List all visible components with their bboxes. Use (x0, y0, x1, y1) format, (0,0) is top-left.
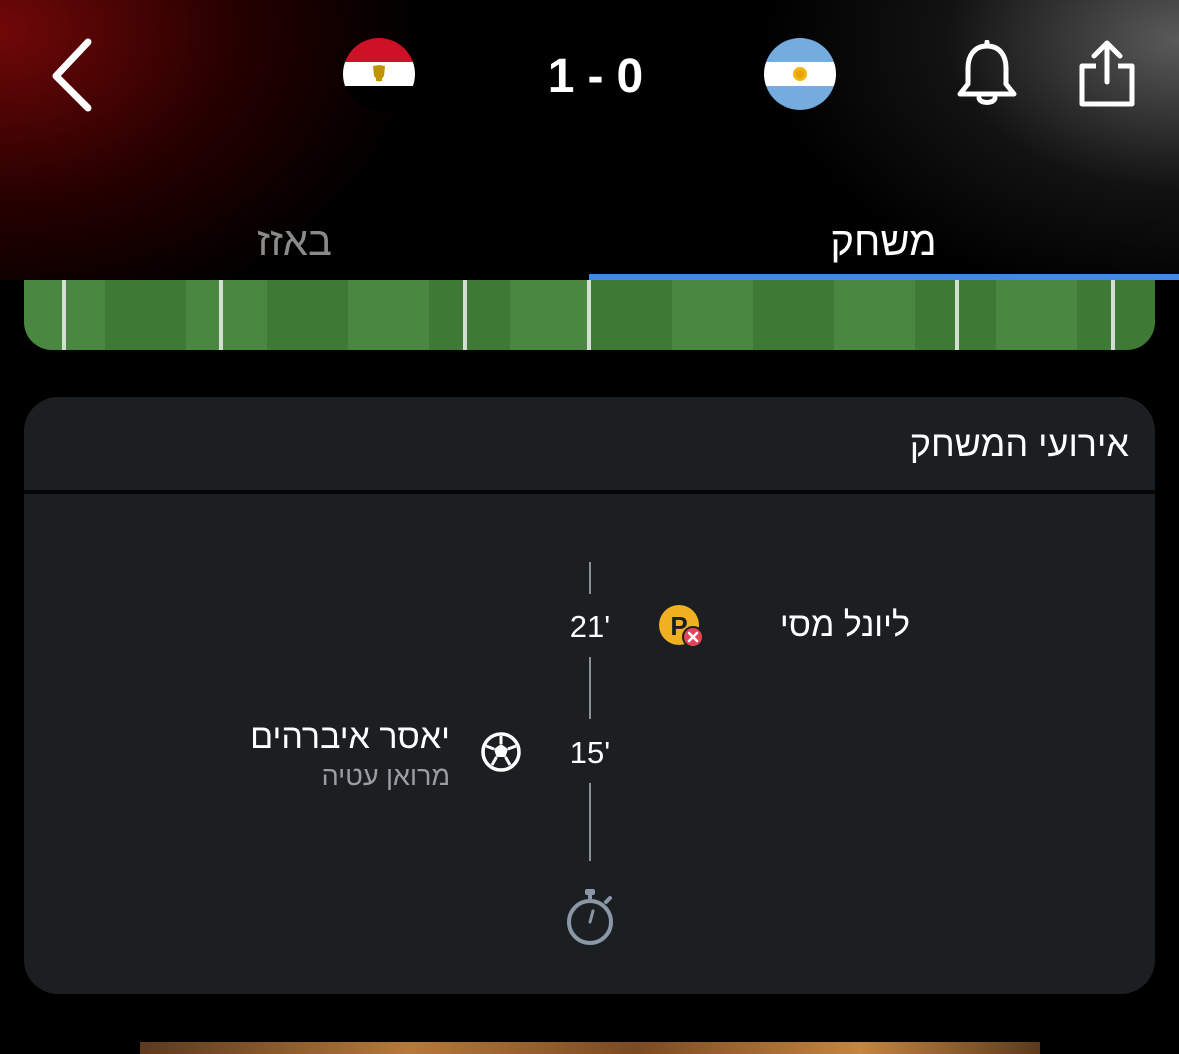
argentina-flag-icon[interactable] (764, 38, 836, 110)
timeline-line (589, 657, 591, 719)
active-tab-indicator (589, 274, 1179, 280)
event-minute: 21' (569, 609, 611, 644)
share-icon (1079, 40, 1135, 107)
missed-penalty-icon: P (658, 604, 706, 650)
event-minute: 15' (569, 735, 611, 770)
match-tabs: באזז משחק (0, 210, 1179, 280)
article-image-preview[interactable] (140, 1042, 1040, 1054)
stopwatch-icon (564, 887, 616, 949)
chevron-left-icon (52, 38, 92, 112)
tab-buzz[interactable]: באזז (0, 210, 589, 280)
match-page: 1 - 0 באזז משחק אירועי המשחק 21' P ליונל… (0, 0, 1179, 1054)
card-title: אירועי המשחק (909, 423, 1129, 464)
score-right: 0 (616, 49, 645, 103)
goal-ball-icon (480, 731, 522, 773)
egypt-flag-icon[interactable] (343, 38, 415, 110)
match-header: 1 - 0 באזז משחק (0, 0, 1179, 280)
timeline-line (589, 562, 591, 594)
score-left: 1 (547, 49, 576, 103)
share-button[interactable] (1074, 38, 1140, 110)
event-player-name[interactable]: ליונל מסי (730, 606, 910, 645)
card-divider (24, 490, 1155, 494)
score: 1 - 0 (520, 44, 672, 108)
tab-match[interactable]: משחק (589, 210, 1178, 280)
score-separator: - (587, 49, 605, 103)
event-assist-name[interactable]: מרואן עטיה (250, 761, 450, 792)
bell-icon (957, 39, 1017, 105)
back-button[interactable] (44, 36, 104, 116)
event-player-name[interactable]: יאסר איברהים (210, 718, 450, 757)
timeline-line (589, 783, 591, 861)
notifications-button[interactable] (954, 39, 1020, 110)
match-events-card: אירועי המשחק 21' P ליונל מסי 15' יאסר אי… (24, 397, 1155, 994)
